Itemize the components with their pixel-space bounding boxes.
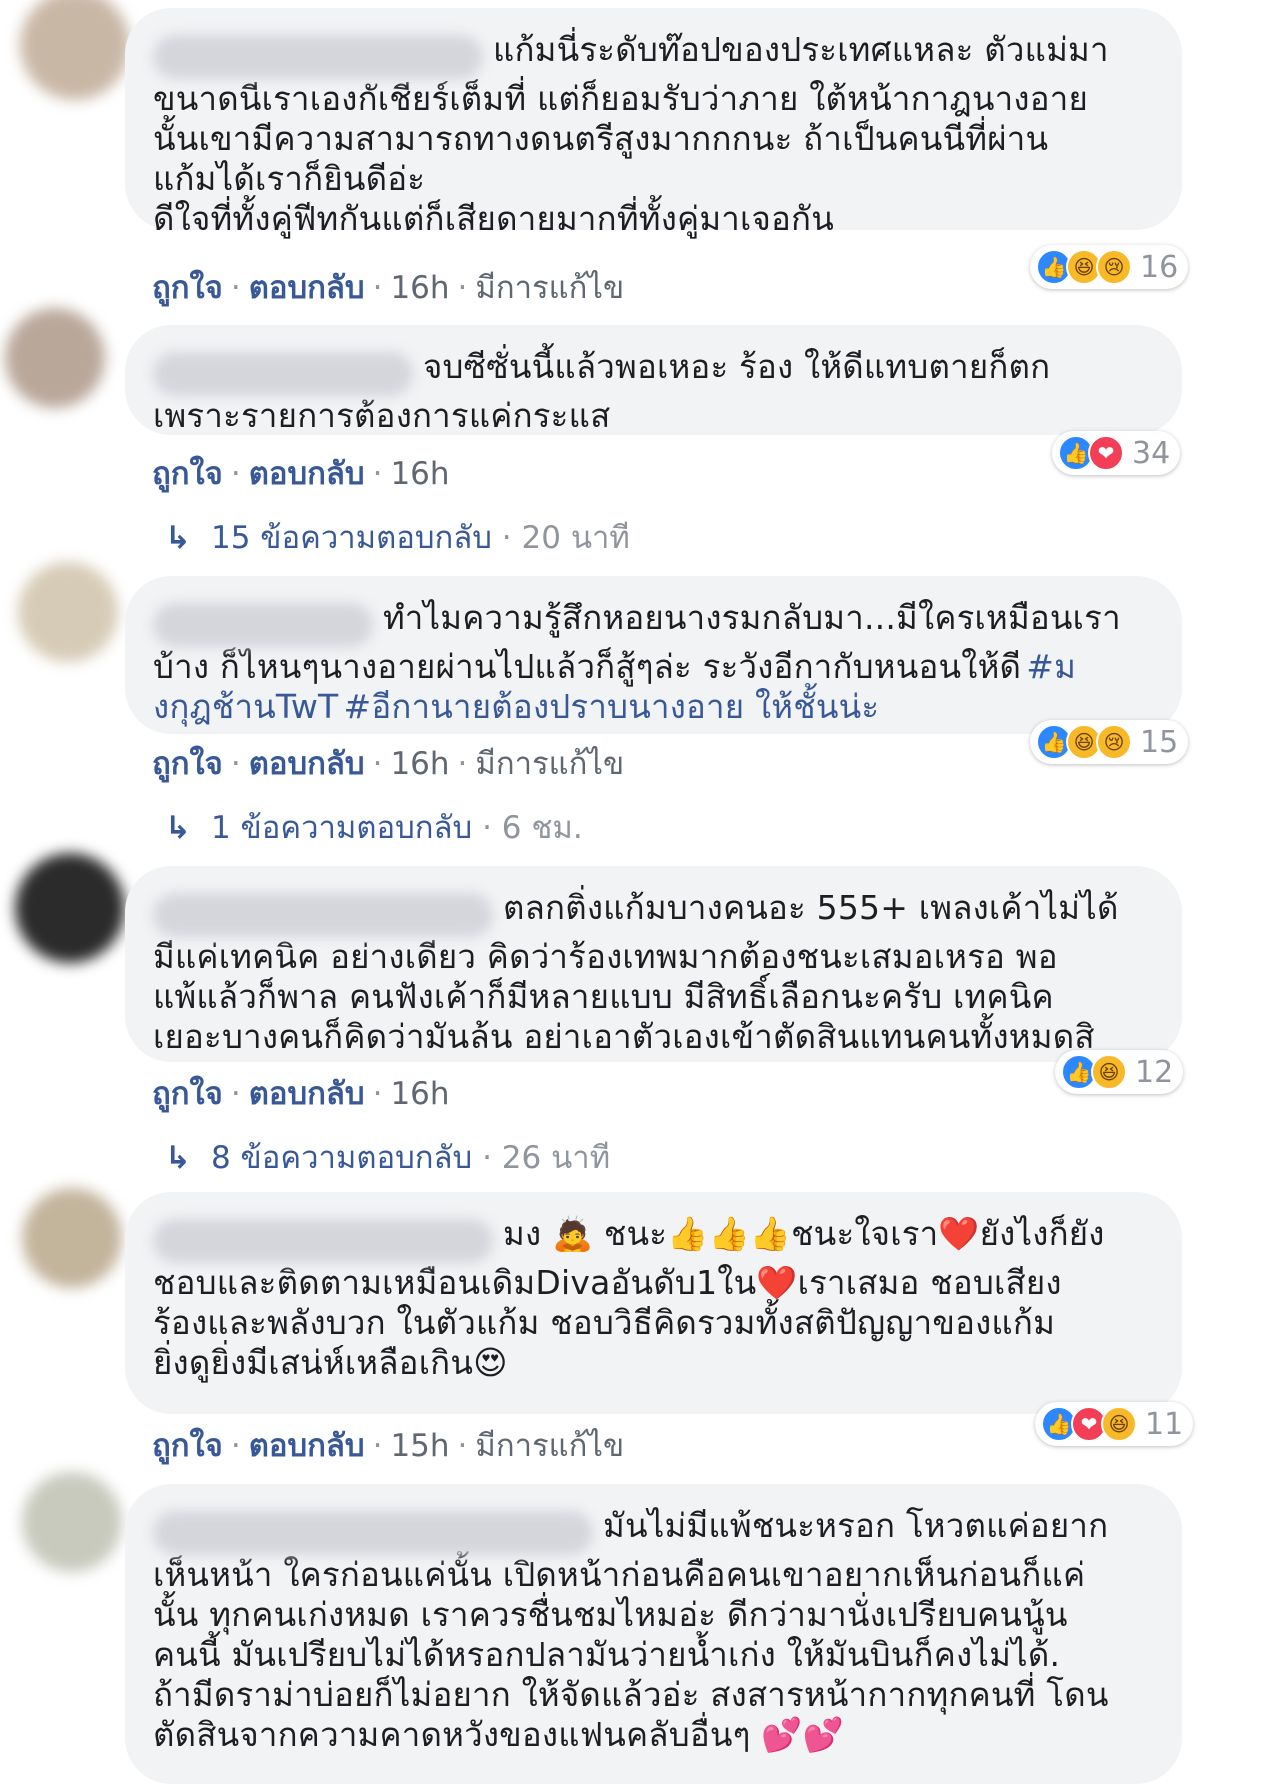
comment-meta: ถูกใจ · ตอบกลับ · 16h · มีการแก้ไข: [152, 270, 625, 306]
timestamp[interactable]: 16h: [390, 746, 449, 782]
comment-text-first: มันไม่มีแพ้ชนะหรอก โหวตแค่อยาก: [603, 1506, 1109, 1545]
comment-meta: ถูกใจ · ตอบกลับ · 15h · มีการแก้ไข: [152, 1428, 625, 1464]
hashtag-link[interactable]: #ม: [1026, 647, 1076, 686]
commenter-name[interactable]: [153, 892, 493, 937]
timestamp[interactable]: 15h: [390, 1428, 449, 1464]
commenter-name[interactable]: [153, 351, 413, 396]
sad-icon: 😢: [1096, 249, 1132, 285]
reply-link[interactable]: ตอบกลับ: [249, 1428, 365, 1464]
avatar[interactable]: [22, 1188, 122, 1288]
like-link[interactable]: ถูกใจ: [152, 456, 223, 492]
comment-bubble: มันไม่มีแพ้ชนะหรอก โหวตแค่อยาก เห็นหน้า …: [125, 1484, 1182, 1784]
comment-text-first: มง 🙇 ชนะ👍👍👍ชนะใจเรา❤️ยังไงก็ยัง: [503, 1214, 1105, 1253]
edited-label[interactable]: มีการแก้ไข: [475, 746, 624, 782]
reaction-count: 15: [1140, 724, 1179, 760]
replies-time: 26 นาที: [501, 1140, 611, 1176]
reaction-count: 12: [1135, 1054, 1174, 1090]
like-link[interactable]: ถูกใจ: [152, 746, 223, 782]
comment-text: เพราะรายการต้องการแค่กระแส: [153, 395, 611, 435]
comment-meta: ถูกใจ · ตอบกลับ · 16h: [152, 456, 450, 492]
comment-bubble: ทำไมความรู้สึกหอยนางรมกลับมา...มีใครเหมื…: [125, 576, 1182, 734]
edited-label[interactable]: มีการแก้ไข: [475, 1428, 624, 1464]
reaction-count: 34: [1132, 435, 1171, 471]
reply-link[interactable]: ตอบกลับ: [249, 456, 365, 492]
commenter-name[interactable]: [153, 602, 373, 647]
comment-meta: ถูกใจ · ตอบกลับ · 16h: [152, 1076, 450, 1112]
reaction-summary[interactable]: 👍 ❤ 😆 11: [1035, 1402, 1194, 1446]
avatar[interactable]: [20, 0, 130, 100]
comment-text-block: บ้าง ก็ไหนๆนางอายผ่านไปแล้วก็สู้ๆล่ะ ระว…: [153, 647, 1156, 727]
comment-text: ชอบและติดตามเหมือนเดิมDivaอันดับ1ใน❤️เรา…: [153, 1262, 1062, 1382]
view-replies-link[interactable]: ↳ 8 ข้อความตอบกลับ · 26 นาที: [165, 1132, 610, 1182]
reaction-summary[interactable]: 👍 😆 😢 16: [1030, 245, 1189, 289]
reply-link[interactable]: ตอบกลับ: [249, 746, 365, 782]
reaction-count: 11: [1145, 1406, 1184, 1442]
hashtag-link[interactable]: งกุฎช้านTwT: [153, 687, 338, 726]
reply-arrow-icon: ↳: [165, 520, 191, 556]
comment-text-first: แก้มนี่ระดับท๊อปของประเทศแหละ ตัวแม่มา: [493, 30, 1109, 69]
commenter-name[interactable]: [153, 1510, 593, 1555]
haha-icon: 😆: [1101, 1406, 1137, 1442]
replies-count[interactable]: 15 ข้อความตอบกลับ: [211, 520, 492, 556]
replies-count[interactable]: 1 ข้อความตอบกลับ: [211, 810, 472, 846]
replies-time: 20 นาที: [521, 520, 630, 556]
comment-meta: ถูกใจ · ตอบกลับ · 16h · มีการแก้ไข: [152, 746, 625, 782]
like-link[interactable]: ถูกใจ: [152, 270, 223, 306]
reaction-summary[interactable]: 👍 😆 😢 15: [1030, 720, 1189, 764]
comment-bubble: ตลกติ่งแก้มบางคนอะ 555+ เพลงเค้าไม่ได้ ม…: [125, 866, 1182, 1062]
comment-thread: แก้มนี่ระดับท๊อปของประเทศแหละ ตัวแม่มา ข…: [0, 0, 1280, 1784]
reply-arrow-icon: ↳: [165, 1140, 191, 1176]
timestamp[interactable]: 16h: [390, 270, 449, 306]
comment-text-first: ตลกติ่งแก้มบางคนอะ 555+ เพลงเค้าไม่ได้: [503, 888, 1119, 927]
replies-time: 6 ชม.: [501, 810, 583, 846]
comment-text: ขนาดนีเราเองกัเชียร์เต็มที่ แต่ก็ยอมรับว…: [153, 78, 1088, 238]
timestamp[interactable]: 16h: [390, 1076, 449, 1112]
reply-link[interactable]: ตอบกลับ: [249, 270, 365, 306]
love-icon: ❤: [1088, 435, 1124, 471]
reaction-summary[interactable]: 👍 😆 12: [1055, 1050, 1184, 1094]
reaction-summary[interactable]: 👍 ❤ 34: [1052, 431, 1181, 475]
commenter-name[interactable]: [153, 34, 483, 79]
hashtag-link[interactable]: #อีกานายต้องปราบนางอาย ให้ชั้นน่ะ: [343, 687, 879, 726]
like-link[interactable]: ถูกใจ: [152, 1076, 223, 1112]
timestamp[interactable]: 16h: [390, 456, 449, 492]
comment-bubble: มง 🙇 ชนะ👍👍👍ชนะใจเรา❤️ยังไงก็ยัง ชอบและติ…: [125, 1192, 1182, 1414]
comment-text-first: จบซีซั่นนี้แล้วพอเหอะ ร้อง ให้ดีแทบตายก็…: [423, 347, 1051, 386]
like-link[interactable]: ถูกใจ: [152, 1428, 223, 1464]
comment-text: เห็นหน้า ใครก่อนแค่นั้น เปิดหน้าก่อนคือค…: [153, 1554, 1109, 1754]
replies-count[interactable]: 8 ข้อความตอบกลับ: [211, 1140, 472, 1176]
haha-icon: 😆: [1091, 1054, 1127, 1090]
comment-text: มีแค่เทคนิค อย่างเดียว คิดว่าร้องเทพมากต…: [153, 936, 1095, 1056]
reply-arrow-icon: ↳: [165, 810, 191, 846]
comment-bubble: แก้มนี่ระดับท๊อปของประเทศแหละ ตัวแม่มา ข…: [125, 8, 1182, 238]
view-replies-link[interactable]: ↳ 1 ข้อความตอบกลับ · 6 ชม.: [165, 802, 583, 852]
edited-label[interactable]: มีการแก้ไข: [475, 270, 624, 306]
avatar[interactable]: [15, 853, 125, 963]
sad-icon: 😢: [1096, 724, 1132, 760]
avatar[interactable]: [18, 562, 118, 662]
view-replies-link[interactable]: ↳ 15 ข้อความตอบกลับ · 20 นาที: [165, 512, 630, 562]
comment-text-first: ทำไมความรู้สึกหอยนางรมกลับมา...มีใครเหมื…: [383, 598, 1121, 637]
avatar[interactable]: [5, 308, 105, 408]
avatar[interactable]: [22, 1472, 122, 1572]
comment-bubble: จบซีซั่นนี้แล้วพอเหอะ ร้อง ให้ดีแทบตายก็…: [125, 325, 1182, 435]
comment-text: บ้าง ก็ไหนๆนางอายผ่านไปแล้วก็สู้ๆล่ะ ระว…: [153, 646, 1022, 686]
commenter-name[interactable]: [153, 1218, 493, 1263]
reply-link[interactable]: ตอบกลับ: [249, 1076, 365, 1112]
reaction-count: 16: [1140, 249, 1179, 285]
